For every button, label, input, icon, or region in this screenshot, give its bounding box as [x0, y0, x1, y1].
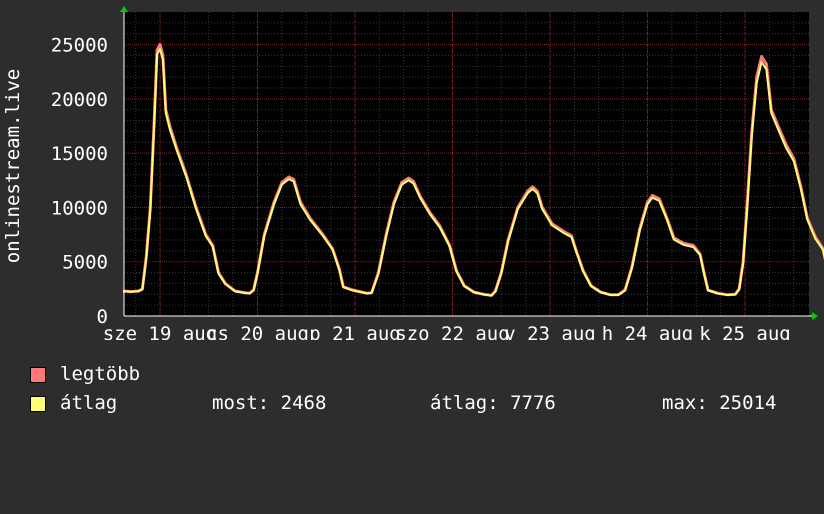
- legend-swatch-avg: [30, 396, 46, 412]
- y-tick-label: 5000: [62, 252, 108, 274]
- stat-average: átlag: 7776: [430, 392, 556, 414]
- x-tick-label: sze 19 aug: [103, 323, 217, 340]
- legend-swatch-max: [30, 367, 46, 383]
- y-tick-label: 25000: [51, 35, 108, 57]
- x-tick-label: p 21 aug: [309, 323, 401, 340]
- legend-item-avg: átlag most: 2468 átlag: 7776 max: 25014: [30, 393, 824, 413]
- x-tick-label: k 25 aug: [699, 323, 791, 340]
- x-tick-label: szo 22 aug: [395, 323, 509, 340]
- y-tick-label: 10000: [51, 197, 108, 219]
- x-tick-label: cs 20 aug: [206, 323, 309, 340]
- x-axis-arrow-icon: [812, 312, 818, 320]
- x-tick-label: h 24 aug: [602, 323, 694, 340]
- y-axis-arrow-icon: [120, 6, 128, 12]
- stat-max: max: 25014: [662, 392, 777, 414]
- x-axis-tick-labels: sze 19 augcs 20 aug p 21 augszo 22 augv 2…: [103, 323, 791, 340]
- y-tick-label: 15000: [51, 143, 108, 165]
- x-tick-label: v 23 aug: [504, 323, 596, 340]
- legend-label-avg: átlag: [60, 392, 118, 414]
- y-tick-label: 20000: [51, 89, 108, 111]
- stat-now: most: 2468: [212, 392, 327, 414]
- y-axis-label: onlinestream.live: [2, 69, 24, 263]
- legend-label-max: legtöbb: [60, 363, 141, 385]
- line-chart: 0500010000150002000025000 sze 19 augcs 2…: [2, 6, 824, 340]
- legend-item-max: legtöbb: [30, 364, 140, 384]
- y-axis-tick-labels: 0500010000150002000025000: [51, 35, 108, 328]
